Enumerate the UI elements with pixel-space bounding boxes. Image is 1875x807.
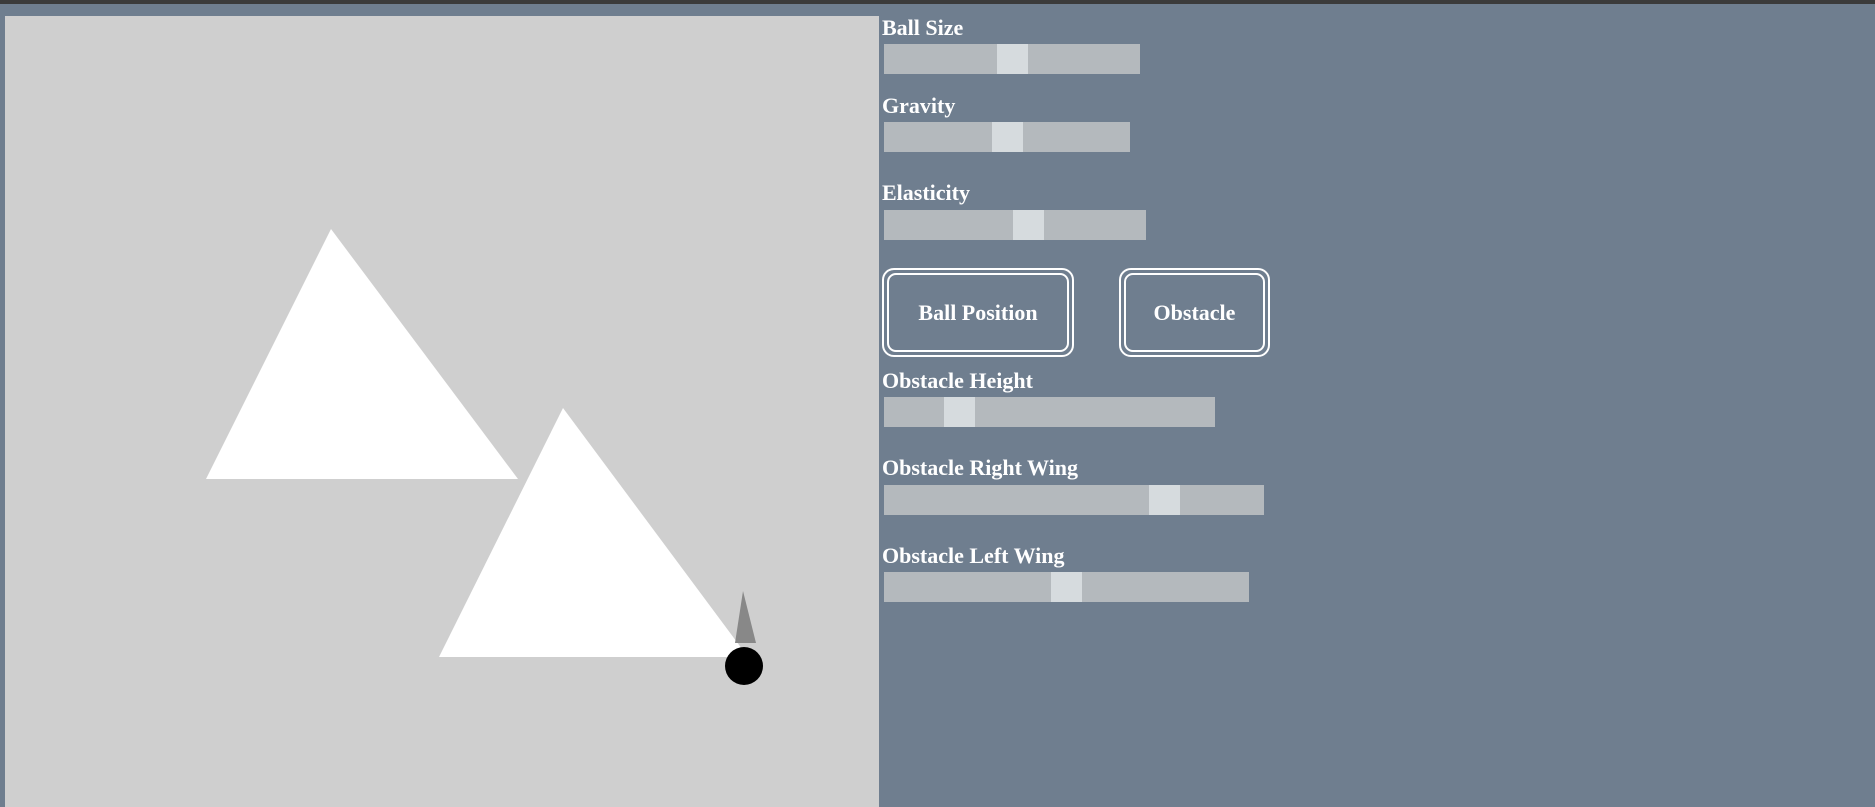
obstacle-left-wing-label: Obstacle Left Wing <box>882 543 1065 568</box>
gravity-slider[interactable] <box>884 122 1130 152</box>
ball-position-button[interactable]: Ball Position <box>882 268 1074 357</box>
obstacle-button[interactable]: Obstacle <box>1119 268 1270 357</box>
obstacle-height-slider[interactable] <box>884 397 1215 427</box>
gravity-label: Gravity <box>882 93 956 118</box>
obstacle-height-slider-thumb[interactable] <box>944 397 975 427</box>
obstacle-height-label: Obstacle Height <box>882 368 1033 393</box>
obstacle-left-wing-slider-thumb[interactable] <box>1051 572 1082 602</box>
ball-direction-pointer <box>735 591 756 643</box>
ball-position-button-label: Ball Position <box>887 273 1069 352</box>
obstacle-left-wing-slider[interactable] <box>884 572 1249 602</box>
elasticity-slider-thumb[interactable] <box>1013 210 1044 240</box>
simulation-drawing <box>206 229 763 685</box>
ball-size-label: Ball Size <box>882 15 964 40</box>
gravity-slider-thumb[interactable] <box>992 122 1023 152</box>
obstacle-right-wing-slider[interactable] <box>884 485 1264 515</box>
obstacle-triangle-upper[interactable] <box>206 229 518 479</box>
ball-size-slider-thumb[interactable] <box>997 44 1028 74</box>
obstacle-right-wing-label: Obstacle Right Wing <box>882 455 1078 480</box>
ball[interactable] <box>725 647 763 685</box>
elasticity-slider[interactable] <box>884 210 1146 240</box>
elasticity-label: Elasticity <box>882 180 970 205</box>
obstacle-right-wing-slider-thumb[interactable] <box>1149 485 1180 515</box>
top-bar <box>0 0 1875 4</box>
simulation-canvas[interactable] <box>5 16 879 807</box>
obstacle-button-label: Obstacle <box>1124 273 1265 352</box>
ball-size-slider[interactable] <box>884 44 1140 74</box>
